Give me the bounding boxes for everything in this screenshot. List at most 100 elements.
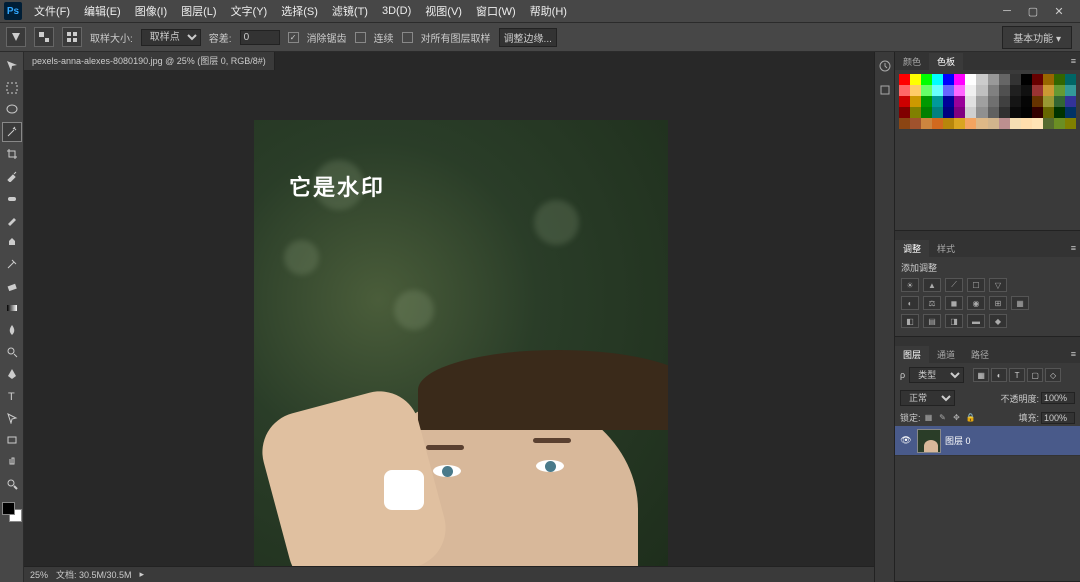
swatch-color[interactable] xyxy=(943,74,954,85)
filter-adjustment-icon[interactable]: ◐ xyxy=(991,368,1007,382)
lock-all-icon[interactable]: 🔒 xyxy=(965,412,977,424)
swatch-color[interactable] xyxy=(1043,85,1054,96)
swatch-color[interactable] xyxy=(921,107,932,118)
swatch-color[interactable] xyxy=(932,107,943,118)
swatch-color[interactable] xyxy=(1010,85,1021,96)
swatch-color[interactable] xyxy=(921,74,932,85)
swatch-color[interactable] xyxy=(988,85,999,96)
swatch-color[interactable] xyxy=(1065,96,1076,107)
menu-3d[interactable]: 3D(D) xyxy=(376,3,417,19)
zoom-tool[interactable] xyxy=(2,474,22,494)
swatch-color[interactable] xyxy=(943,118,954,129)
swatch-color[interactable] xyxy=(954,96,965,107)
filter-kind-select[interactable]: 类型 xyxy=(909,367,964,383)
tool-preset-icon[interactable] xyxy=(6,27,26,47)
status-chevron-icon[interactable]: ▸ xyxy=(140,569,145,580)
marquee-tool[interactable] xyxy=(2,78,22,98)
gradient-tool[interactable] xyxy=(2,298,22,318)
lock-pixels-icon[interactable]: ✎ xyxy=(937,412,949,424)
panel-menu-icon[interactable]: ≡ xyxy=(1067,349,1080,359)
swatch-color[interactable] xyxy=(999,118,1010,129)
menu-edit[interactable]: 编辑(E) xyxy=(78,1,127,21)
blend-mode-select[interactable]: 正常 xyxy=(900,390,955,406)
swatches-tab[interactable]: 色板 xyxy=(929,53,963,70)
healing-brush-tool[interactable] xyxy=(2,188,22,208)
channels-tab[interactable]: 通道 xyxy=(929,346,963,363)
rectangle-tool[interactable] xyxy=(2,430,22,450)
swatch-color[interactable] xyxy=(1065,107,1076,118)
swatch-color[interactable] xyxy=(954,107,965,118)
sample-size-select[interactable]: 取样点 xyxy=(141,29,201,46)
swatch-color[interactable] xyxy=(999,107,1010,118)
swatch-color[interactable] xyxy=(899,74,910,85)
swatch-color[interactable] xyxy=(932,85,943,96)
swatch-color[interactable] xyxy=(910,96,921,107)
swatch-color[interactable] xyxy=(965,107,976,118)
swatch-color[interactable] xyxy=(932,96,943,107)
eyedropper-tool[interactable] xyxy=(2,166,22,186)
invert-adjustment-icon[interactable]: ◧ xyxy=(901,314,919,328)
clone-stamp-tool[interactable] xyxy=(2,232,22,252)
swatch-color[interactable] xyxy=(988,96,999,107)
swatch-color[interactable] xyxy=(899,85,910,96)
path-selection-tool[interactable] xyxy=(2,408,22,428)
layers-tab[interactable]: 图层 xyxy=(895,346,929,363)
swatch-color[interactable] xyxy=(988,118,999,129)
swatch-color[interactable] xyxy=(921,96,932,107)
threshold-adjustment-icon[interactable]: ◨ xyxy=(945,314,963,328)
swatch-color[interactable] xyxy=(910,107,921,118)
history-brush-tool[interactable] xyxy=(2,254,22,274)
layer-name[interactable]: 图层 0 xyxy=(945,434,971,447)
swatch-color[interactable] xyxy=(965,96,976,107)
layer-thumbnail[interactable] xyxy=(917,429,941,453)
swatch-color[interactable] xyxy=(1043,118,1054,129)
contiguous-checkbox[interactable] xyxy=(355,32,366,43)
curves-adjustment-icon[interactable]: ⟋ xyxy=(945,278,963,292)
swatch-color[interactable] xyxy=(910,85,921,96)
color-lookup-adjustment-icon[interactable]: ▦ xyxy=(1011,296,1029,310)
swatch-color[interactable] xyxy=(988,107,999,118)
swatch-color[interactable] xyxy=(965,74,976,85)
color-tab[interactable]: 颜色 xyxy=(895,53,929,70)
lasso-tool[interactable] xyxy=(2,100,22,120)
filter-pixel-icon[interactable]: ▦ xyxy=(973,368,989,382)
swatch-color[interactable] xyxy=(1065,85,1076,96)
swatch-color[interactable] xyxy=(999,96,1010,107)
selective-color-adjustment-icon[interactable]: ◆ xyxy=(989,314,1007,328)
all-layers-checkbox[interactable] xyxy=(402,32,413,43)
eraser-tool[interactable] xyxy=(2,276,22,296)
pen-tool[interactable] xyxy=(2,364,22,384)
swatch-color[interactable] xyxy=(976,107,987,118)
channel-mixer-adjustment-icon[interactable]: ⊞ xyxy=(989,296,1007,310)
brightness-adjustment-icon[interactable]: ☀ xyxy=(901,278,919,292)
adjustments-tab[interactable]: 调整 xyxy=(895,240,929,257)
menu-select[interactable]: 选择(S) xyxy=(275,1,324,21)
swatch-color[interactable] xyxy=(1054,107,1065,118)
swatch-color[interactable] xyxy=(1054,74,1065,85)
blur-tool[interactable] xyxy=(2,320,22,340)
swatch-color[interactable] xyxy=(1065,118,1076,129)
swatch-color[interactable] xyxy=(976,96,987,107)
swatch-color[interactable] xyxy=(999,74,1010,85)
swatch-color[interactable] xyxy=(1021,85,1032,96)
styles-tab[interactable]: 样式 xyxy=(929,240,963,257)
swatch-color[interactable] xyxy=(954,74,965,85)
menu-file[interactable]: 文件(F) xyxy=(28,1,76,21)
magic-wand-tool[interactable] xyxy=(2,122,22,142)
swatch-color[interactable] xyxy=(999,85,1010,96)
swatch-color[interactable] xyxy=(1032,85,1043,96)
filter-smart-icon[interactable]: ◇ xyxy=(1045,368,1061,382)
swatch-color[interactable] xyxy=(954,118,965,129)
swatch-color[interactable] xyxy=(1054,118,1065,129)
swatch-color[interactable] xyxy=(1010,118,1021,129)
zoom-level[interactable]: 25% xyxy=(30,570,48,580)
canvas-area[interactable]: 它是水印 xyxy=(24,70,874,566)
menu-layer[interactable]: 图层(L) xyxy=(175,1,222,21)
swatch-color[interactable] xyxy=(1032,96,1043,107)
eyedropper-icon[interactable] xyxy=(34,27,54,47)
filter-type-icon[interactable]: T xyxy=(1009,368,1025,382)
move-tool[interactable] xyxy=(2,56,22,76)
properties-panel-icon[interactable] xyxy=(877,82,893,98)
swatch-color[interactable] xyxy=(1021,96,1032,107)
layer-row[interactable]: 👁 图层 0 xyxy=(895,426,1080,456)
